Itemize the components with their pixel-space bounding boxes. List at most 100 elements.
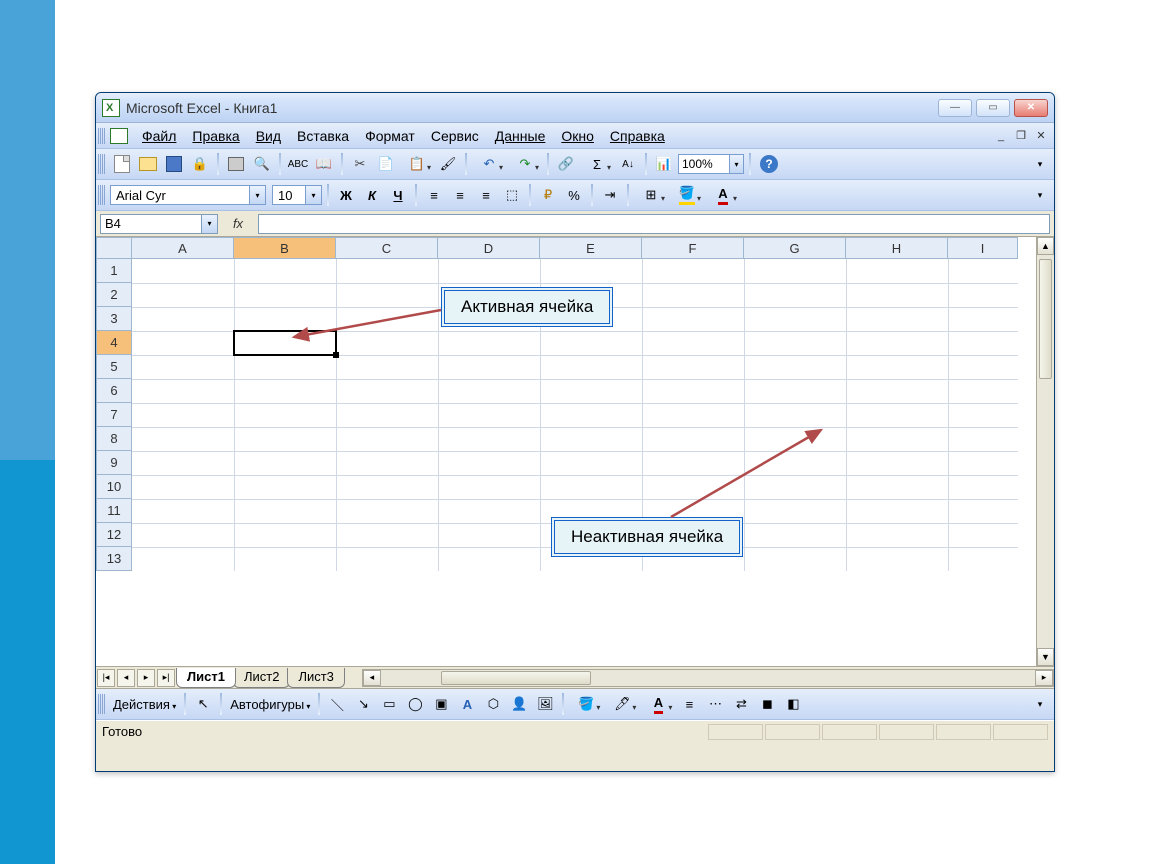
italic-button[interactable]: К: [360, 183, 384, 207]
toolbar-grip[interactable]: [98, 185, 106, 205]
menu-help[interactable]: Справка: [602, 126, 673, 146]
menu-edit[interactable]: Правка: [184, 126, 247, 146]
toolbar-grip[interactable]: [98, 694, 106, 714]
column-header-e[interactable]: E: [540, 237, 642, 259]
toolbar-options-button[interactable]: ▾: [1028, 183, 1052, 207]
currency-button[interactable]: ₽: [536, 183, 560, 207]
row-header-13[interactable]: 13: [96, 547, 132, 571]
name-box-dropdown-icon[interactable]: ▾: [202, 214, 218, 234]
fx-label[interactable]: fx: [218, 216, 258, 231]
arrow-style-button[interactable]: ⇄: [729, 692, 753, 716]
bold-button[interactable]: Ж: [334, 183, 358, 207]
borders-button[interactable]: ⊞: [634, 183, 668, 207]
menu-data[interactable]: Данные: [487, 126, 554, 146]
autosum-button[interactable]: Σ: [580, 152, 614, 176]
column-header-f[interactable]: F: [642, 237, 744, 259]
mdi-restore[interactable]: ❐: [1014, 129, 1028, 143]
hscroll-thumb[interactable]: [441, 671, 591, 685]
toolbar-options-button[interactable]: ▾: [1028, 152, 1052, 176]
column-header-b[interactable]: B: [234, 237, 336, 259]
row-header-12[interactable]: 12: [96, 523, 132, 547]
row-header-7[interactable]: 7: [96, 403, 132, 427]
help-button[interactable]: ?: [760, 155, 778, 173]
increase-indent-button[interactable]: ⇥: [598, 183, 622, 207]
actions-menu[interactable]: Действия: [110, 697, 179, 712]
sort-asc-button[interactable]: А↓: [616, 152, 640, 176]
close-button[interactable]: ✕: [1014, 99, 1048, 117]
permission-button[interactable]: 🔒: [188, 152, 212, 176]
toolbar-options-button[interactable]: ▾: [1028, 692, 1052, 716]
new-button[interactable]: [110, 152, 134, 176]
save-button[interactable]: [162, 152, 186, 176]
align-right-button[interactable]: ≡: [474, 183, 498, 207]
undo-button[interactable]: ↶: [472, 152, 506, 176]
row-header-8[interactable]: 8: [96, 427, 132, 451]
line-button[interactable]: ＼: [325, 692, 349, 716]
toolbar-grip[interactable]: [98, 154, 106, 174]
print-preview-button[interactable]: 🔍: [250, 152, 274, 176]
column-header-h[interactable]: H: [846, 237, 948, 259]
mdi-close[interactable]: ✕: [1034, 129, 1048, 143]
align-center-button[interactable]: ≡: [448, 183, 472, 207]
sheet-tab-3[interactable]: Лист3: [287, 668, 344, 688]
active-cell-b4[interactable]: [233, 330, 337, 356]
align-left-button[interactable]: ≡: [422, 183, 446, 207]
row-header-9[interactable]: 9: [96, 451, 132, 475]
row-header-5[interactable]: 5: [96, 355, 132, 379]
row-header-1[interactable]: 1: [96, 259, 132, 283]
select-objects-button[interactable]: ↖: [191, 692, 215, 716]
line-style-button[interactable]: ≡: [677, 692, 701, 716]
minimize-button[interactable]: —: [938, 99, 972, 117]
insert-picture-button[interactable]: 🖼: [533, 692, 557, 716]
column-header-d[interactable]: D: [438, 237, 540, 259]
open-button[interactable]: [136, 152, 160, 176]
research-button[interactable]: 📖: [312, 152, 336, 176]
font-name-combo[interactable]: Arial Cyr ▾: [110, 185, 266, 205]
merge-center-button[interactable]: ⬚: [500, 183, 524, 207]
horizontal-scrollbar[interactable]: ◂ ▸: [362, 669, 1054, 687]
scroll-thumb[interactable]: [1039, 259, 1052, 379]
rectangle-button[interactable]: ▭: [377, 692, 401, 716]
underline-button[interactable]: Ч: [386, 183, 410, 207]
toolbar-grip[interactable]: [98, 128, 106, 144]
dropdown-icon[interactable]: ▾: [250, 185, 266, 205]
cut-button[interactable]: ✂: [348, 152, 372, 176]
arrow-button[interactable]: ↘: [351, 692, 375, 716]
column-header-g[interactable]: G: [744, 237, 846, 259]
textbox-button[interactable]: ▣: [429, 692, 453, 716]
menu-window[interactable]: Окно: [553, 126, 602, 146]
print-button[interactable]: [224, 152, 248, 176]
menu-view[interactable]: Вид: [248, 126, 289, 146]
oval-button[interactable]: ◯: [403, 692, 427, 716]
formula-input[interactable]: [258, 214, 1050, 234]
scroll-right-icon[interactable]: ▸: [1035, 670, 1053, 686]
zoom-control[interactable]: 100% ▾: [678, 154, 744, 174]
shadow-button[interactable]: ◼: [755, 692, 779, 716]
row-header-4[interactable]: 4: [96, 331, 132, 355]
scroll-left-icon[interactable]: ◂: [363, 670, 381, 686]
column-header-a[interactable]: A: [132, 237, 234, 259]
tab-nav-next-icon[interactable]: ▸: [137, 669, 155, 687]
workbook-icon[interactable]: [110, 128, 128, 144]
maximize-button[interactable]: ▭: [976, 99, 1010, 117]
column-header-c[interactable]: C: [336, 237, 438, 259]
tab-nav-first-icon[interactable]: |◂: [97, 669, 115, 687]
format-painter-button[interactable]: 🖌: [436, 152, 460, 176]
row-header-6[interactable]: 6: [96, 379, 132, 403]
menu-tools[interactable]: Сервис: [423, 126, 487, 146]
font-color-button[interactable]: A: [641, 692, 675, 716]
row-header-3[interactable]: 3: [96, 307, 132, 331]
copy-button[interactable]: 📄: [374, 152, 398, 176]
fill-color-button[interactable]: 🪣: [670, 183, 704, 207]
wordart-button[interactable]: A: [455, 692, 479, 716]
sheet-tab-2[interactable]: Лист2: [233, 668, 290, 688]
chart-wizard-button[interactable]: 📊: [652, 152, 676, 176]
diagram-button[interactable]: ⬡: [481, 692, 505, 716]
row-header-10[interactable]: 10: [96, 475, 132, 499]
spellcheck-button[interactable]: ABC: [286, 152, 310, 176]
menu-file[interactable]: Файл: [134, 126, 184, 146]
hyperlink-button[interactable]: 🔗: [554, 152, 578, 176]
autoshapes-menu[interactable]: Автофигуры: [227, 697, 313, 712]
paste-button[interactable]: 📋: [400, 152, 434, 176]
clipart-button[interactable]: 👤: [507, 692, 531, 716]
